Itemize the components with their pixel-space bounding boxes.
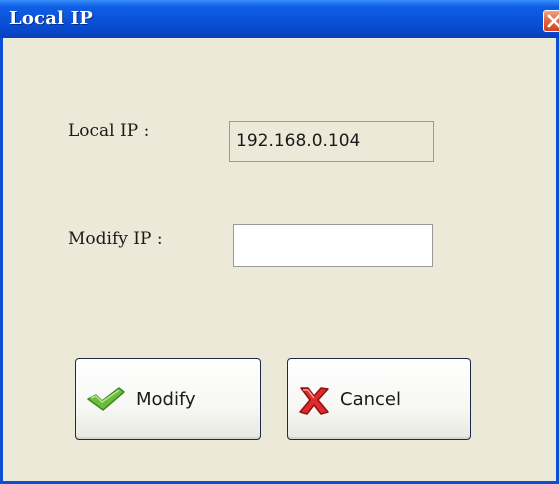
local-ip-label: Local IP :	[68, 121, 150, 141]
modify-ip-input[interactable]	[233, 224, 433, 267]
modify-ip-label: Modify IP :	[68, 229, 163, 249]
local-ip-dialog: Local IP Local IP : 192.168.0.104 Modify…	[0, 0, 559, 484]
cancel-button-label: Cancel	[340, 389, 401, 410]
modify-button-label: Modify	[136, 389, 196, 410]
modify-button[interactable]: Modify	[75, 358, 261, 440]
title-bar[interactable]: Local IP	[0, 0, 559, 38]
window-title: Local IP	[9, 8, 93, 29]
check-icon	[86, 386, 126, 417]
local-ip-value: 192.168.0.104	[229, 121, 434, 162]
close-icon	[547, 14, 559, 28]
x-icon	[297, 386, 331, 421]
cancel-button[interactable]: Cancel	[287, 358, 471, 440]
close-button[interactable]	[543, 10, 559, 32]
